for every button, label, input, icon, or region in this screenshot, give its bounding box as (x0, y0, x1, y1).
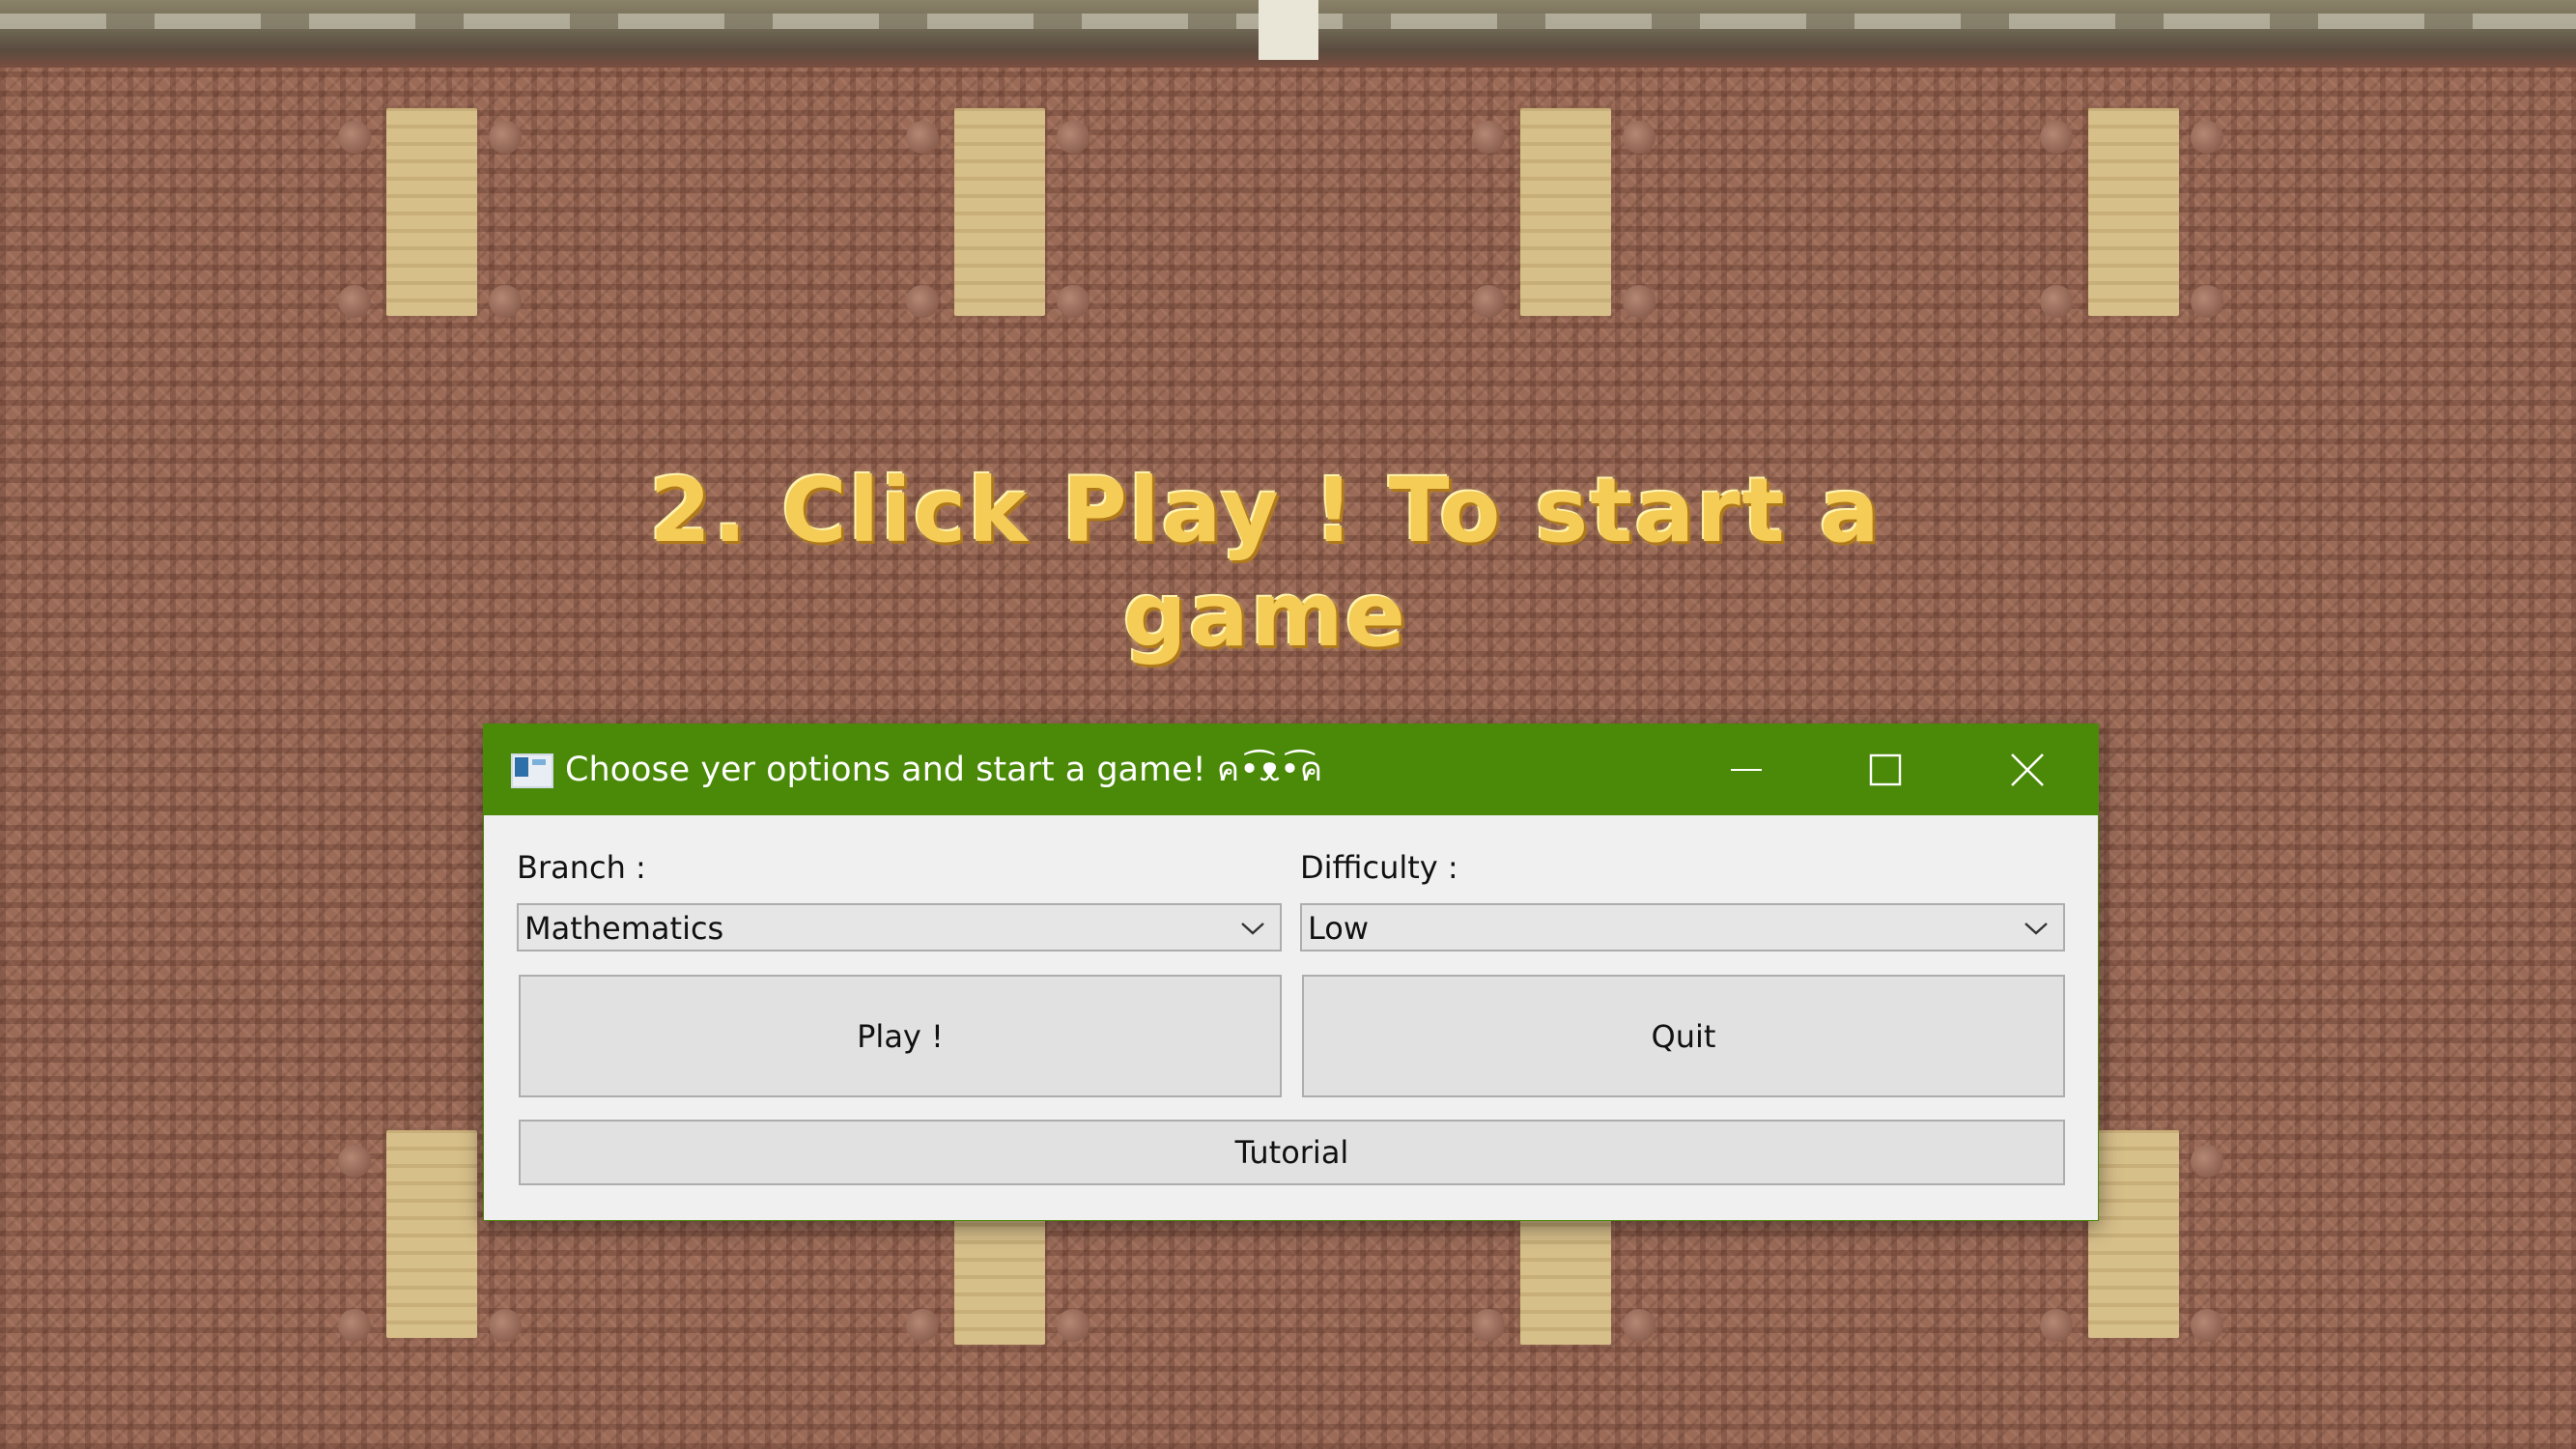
tutorial-headline: 2. Click Play ! To start a game (649, 459, 1882, 667)
wall-stud (338, 121, 371, 154)
play-button[interactable]: Play ! (519, 975, 1282, 1097)
wall-stud (2191, 1309, 2223, 1342)
wall-block (2088, 108, 2179, 316)
quit-button[interactable]: Quit (1302, 975, 2065, 1097)
wall-block (1520, 1219, 1611, 1345)
branch-select[interactable]: Mathematics (517, 903, 1282, 952)
wall-stud (1623, 1309, 1656, 1342)
minimize-button[interactable] (1676, 724, 1817, 815)
minimize-icon (1731, 769, 1762, 771)
wall-stud (2191, 1145, 2223, 1178)
wall-stud (1057, 1309, 1090, 1342)
difficulty-label: Difficulty : (1300, 849, 1458, 886)
wall-stud (1623, 285, 1656, 318)
close-button[interactable] (1957, 724, 2098, 815)
wall-stud (489, 285, 522, 318)
wall-block (954, 108, 1045, 316)
trim-post (1259, 0, 1318, 60)
maximize-button[interactable] (1815, 724, 1956, 815)
chevron-down-icon (2024, 923, 2048, 935)
wall-block (1520, 108, 1611, 316)
wall-stud (1472, 285, 1505, 318)
difficulty-select-value: Low (1308, 910, 1370, 947)
wall-stud (338, 1145, 371, 1178)
wall-stud (906, 285, 939, 318)
window-titlebar[interactable]: Choose yer options and start a game! ค•͡… (484, 724, 2098, 815)
tutorial-button[interactable]: Tutorial (519, 1120, 2065, 1185)
app-window-icon (511, 753, 553, 788)
wall-stud (1472, 1309, 1505, 1342)
wall-stud (906, 121, 939, 154)
chevron-down-icon (1241, 923, 1264, 935)
wall-stud (906, 1309, 939, 1342)
wall-stud (1057, 285, 1090, 318)
wall-stud (1472, 121, 1505, 154)
wall-block (386, 108, 477, 316)
wall-stud (489, 1309, 522, 1342)
game-background: 2. Click Play ! To start a game Choose y… (0, 0, 2576, 1449)
maximize-icon (1869, 753, 1902, 786)
wall-stud (1623, 121, 1656, 154)
wall-stud (338, 285, 371, 318)
wall-top-trim (0, 0, 2576, 68)
wall-stud (2191, 121, 2223, 154)
wall-stud (2040, 285, 2073, 318)
wall-block (2088, 1130, 2179, 1338)
wall-block (954, 1219, 1045, 1345)
options-dialog: Choose yer options and start a game! ค•͡… (483, 724, 2099, 1221)
wall-stud (2040, 1309, 2073, 1342)
window-title: Choose yer options and start a game! ค•͡… (565, 751, 1323, 789)
difficulty-select[interactable]: Low (1300, 903, 2065, 952)
branch-select-value: Mathematics (524, 910, 724, 947)
wall-stud (489, 121, 522, 154)
wall-block (386, 1130, 477, 1338)
wall-stud (338, 1309, 371, 1342)
wall-stud (1057, 121, 1090, 154)
wall-stud (2191, 285, 2223, 318)
close-icon (2011, 753, 2044, 786)
wall-stud (2040, 121, 2073, 154)
branch-label: Branch : (517, 849, 646, 886)
